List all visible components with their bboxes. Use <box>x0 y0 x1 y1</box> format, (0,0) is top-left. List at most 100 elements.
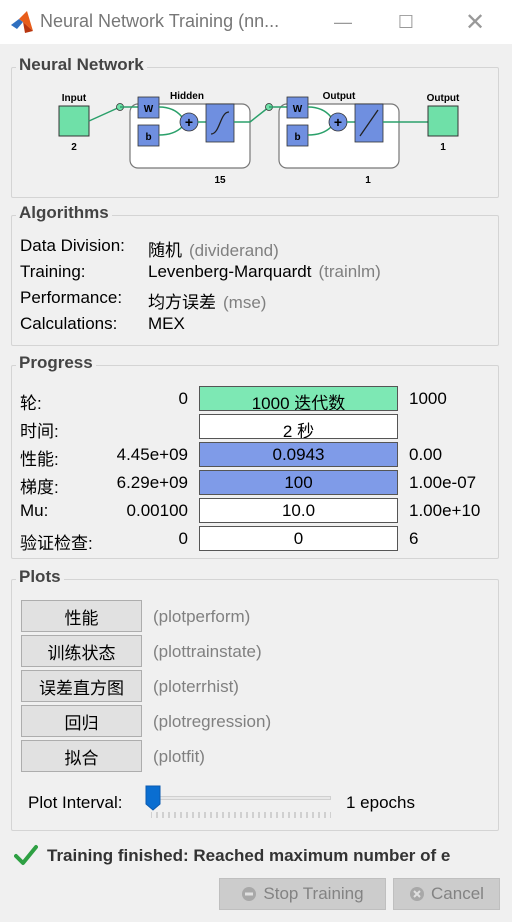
progress-row-validation: 验证检查: 0 0 6 <box>12 526 500 553</box>
checkmark-icon <box>14 845 38 865</box>
epoch-progress-bar: 1000 迭代数 <box>199 386 398 411</box>
neural-network-panel: Neural Network Input 2 Hidden W b + 15 O… <box>11 55 499 198</box>
training-value: Levenberg-Marquardt (trainlm) <box>148 262 381 282</box>
performance-end: 0.00 <box>409 445 443 464</box>
hidden-size: 15 <box>214 175 226 186</box>
hidden-label: Hidden <box>170 91 204 102</box>
gradient-current: 100 <box>284 473 313 492</box>
slider-thumb-icon[interactable] <box>145 785 161 811</box>
calculations-label: Calculations: <box>20 314 118 333</box>
progress-row-time: 时间: 2 秒 <box>12 414 500 441</box>
performance-progress-bar: 0.0943 <box>199 442 398 467</box>
time-progress-bar: 2 秒 <box>199 414 398 439</box>
output-bias-label: b <box>294 132 300 143</box>
training-func: (trainlm) <box>318 262 381 281</box>
progress-panel: Progress 轮: 0 1000 迭代数 1000 时间: 2 秒 性能: … <box>11 353 500 559</box>
hidden-bias-label: b <box>145 132 151 143</box>
plot-trainstate-button[interactable]: 训练状态 <box>21 635 142 667</box>
slider-ticks <box>151 812 331 818</box>
mu-current: 10.0 <box>281 501 316 520</box>
network-diagram: Input 2 Hidden W b + 15 Output W b + 1 O… <box>58 91 460 186</box>
data-division-value: 随机 (dividerand) <box>148 236 279 261</box>
stop-training-button[interactable]: Stop Training <box>219 878 386 910</box>
close-button[interactable]: ✕ <box>452 6 498 38</box>
title-bar: Neural Network Training (nn... — ☐ ✕ <box>0 0 512 44</box>
data-division-func: (dividerand) <box>189 241 279 260</box>
validation-start: 0 <box>178 529 188 548</box>
training-label: Training: <box>20 262 86 281</box>
maximize-icon: ☐ <box>397 11 415 32</box>
algorithms-panel: Algorithms Data Division: 随机 (dividerand)… <box>11 203 499 346</box>
plot-perform-button[interactable]: 性能 <box>21 600 142 632</box>
validation-end: 6 <box>409 529 419 548</box>
cancel-button[interactable]: Cancel <box>393 878 500 910</box>
output-sum-label: + <box>334 114 342 130</box>
mu-start: 0.00100 <box>126 501 188 520</box>
time-current: 2 秒 <box>282 422 315 439</box>
time-label: 时间: <box>20 422 59 441</box>
progress-title: Progress <box>16 353 96 373</box>
status-bar: Training finished: Reached maximum numbe… <box>14 843 504 869</box>
gradient-progress-bar: 100 <box>199 470 398 495</box>
algorithms-title: Algorithms <box>16 203 112 223</box>
data-division-label: Data Division: <box>20 236 125 255</box>
gradient-label: 梯度: <box>20 478 59 497</box>
training-name: Levenberg-Marquardt <box>148 262 312 281</box>
close-icon: ✕ <box>464 8 486 36</box>
plot-errhist-button[interactable]: 误差直方图 <box>21 670 142 702</box>
maximize-button[interactable]: ☐ <box>383 6 429 38</box>
status-text: Training finished: Reached maximum numbe… <box>47 846 451 865</box>
output-layer-label: Output <box>323 91 356 102</box>
epoch-start: 0 <box>178 389 188 408</box>
minimize-button[interactable]: — <box>320 6 366 38</box>
gradient-end: 1.00e-07 <box>409 473 477 492</box>
performance-current: 0.0943 <box>272 445 325 464</box>
plot-perform-func: (plotperform) <box>153 607 251 626</box>
output-layer-size: 1 <box>365 175 371 186</box>
performance-value: 均方误差 (mse) <box>148 288 266 313</box>
epoch-label: 轮: <box>20 394 42 413</box>
output-size: 1 <box>440 142 446 153</box>
window-title: Neural Network Training (nn... <box>40 11 280 31</box>
plot-errhist-func: (ploterrhist) <box>153 677 239 696</box>
input-block <box>58 105 90 137</box>
plot-interval-value: 1 epochs <box>346 793 415 812</box>
cancel-label: Cancel <box>431 884 484 903</box>
mu-end: 1.00e+10 <box>409 501 481 520</box>
stop-training-label: Stop Training <box>263 884 364 903</box>
validation-current: 0 <box>293 529 304 548</box>
performance-name: 均方误差 <box>148 293 216 312</box>
performance-label: Performance: <box>20 288 123 307</box>
gradient-start: 6.29e+09 <box>116 473 188 492</box>
calculations-name: MEX <box>148 314 185 333</box>
epoch-end: 1000 <box>409 389 447 408</box>
progress-row-epoch: 轮: 0 1000 迭代数 1000 <box>12 386 500 413</box>
validation-label: 验证检查: <box>20 534 93 553</box>
hidden-sum-label: + <box>185 114 193 130</box>
minimize-icon: — <box>334 11 352 32</box>
plot-interval-label: Plot Interval: <box>28 793 123 812</box>
progress-row-gradient: 梯度: 6.29e+09 100 1.00e-07 <box>12 470 500 497</box>
mu-progress-bar: 10.0 <box>199 498 398 523</box>
plot-regression-func: (plotregression) <box>153 712 272 731</box>
plots-panel: Plots 性能 (plotperform) 训练状态 (plottrainst… <box>11 567 499 831</box>
plot-fit-button[interactable]: 拟合 <box>21 740 142 772</box>
progress-row-mu: Mu: 0.00100 10.0 1.00e+10 <box>12 498 500 523</box>
input-label: Input <box>62 93 87 104</box>
mu-label: Mu: <box>20 501 49 520</box>
output-weight-label: W <box>293 104 303 115</box>
progress-row-performance: 性能: 4.45e+09 0.0943 0.00 <box>12 442 500 469</box>
performance-progress-label: 性能: <box>20 450 59 469</box>
cancel-icon <box>410 887 425 901</box>
validation-progress-bar: 0 <box>199 526 398 551</box>
stop-icon <box>242 887 257 901</box>
output-label: Output <box>427 93 460 104</box>
plot-fit-func: (plotfit) <box>153 747 205 766</box>
hidden-weight-label: W <box>144 104 154 115</box>
epoch-current: 1000 迭代数 <box>251 394 346 411</box>
plot-regression-button[interactable]: 回归 <box>21 705 142 737</box>
data-division-name: 随机 <box>148 241 182 260</box>
input-size: 2 <box>71 142 77 153</box>
plot-trainstate-func: (plottrainstate) <box>153 642 262 661</box>
plot-interval-slider[interactable] <box>151 796 331 800</box>
